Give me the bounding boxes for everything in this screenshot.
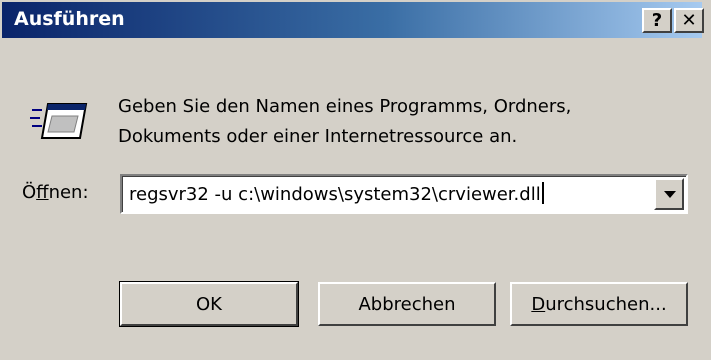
open-label-suffix: fnen: (48, 182, 89, 203)
open-label: Öffnen: (22, 182, 89, 203)
title-bar[interactable]: Ausführen ? ✕ (2, 2, 704, 38)
run-program-icon (30, 103, 88, 139)
cancel-button[interactable]: Abbrechen (318, 282, 496, 326)
instruction-line-2: Dokuments oder einer Internetressource a… (118, 126, 518, 147)
open-combobox[interactable]: regsvr32 -u c:\windows\system32\crviewer… (120, 174, 688, 214)
dropdown-button[interactable] (654, 178, 684, 210)
ok-button[interactable]: OK (119, 281, 299, 327)
open-label-access-key: f (36, 182, 49, 203)
open-label-prefix: Ö (22, 182, 37, 203)
command-input[interactable]: regsvr32 -u c:\windows\system32\crviewer… (129, 182, 544, 205)
browse-label: urchsuchen... (545, 293, 667, 315)
dropdown-arrow-icon (664, 191, 676, 198)
text-caret (541, 182, 544, 204)
close-button[interactable]: ✕ (674, 8, 704, 33)
browse-access-key: D (531, 293, 546, 315)
window-title: Ausführen (14, 8, 125, 30)
close-icon: ✕ (681, 10, 697, 31)
run-dialog: Ausführen ? ✕ Geben Sie den Namen eines … (0, 0, 711, 360)
browse-button[interactable]: Durchsuchen... (510, 282, 688, 326)
help-button[interactable]: ? (642, 8, 672, 33)
instruction-line-1: Geben Sie den Namen eines Programms, Ord… (118, 96, 572, 117)
instruction-text: Geben Sie den Namen eines Programms, Ord… (118, 92, 571, 152)
command-value: regsvr32 -u c:\windows\system32\crviewer… (129, 184, 541, 205)
